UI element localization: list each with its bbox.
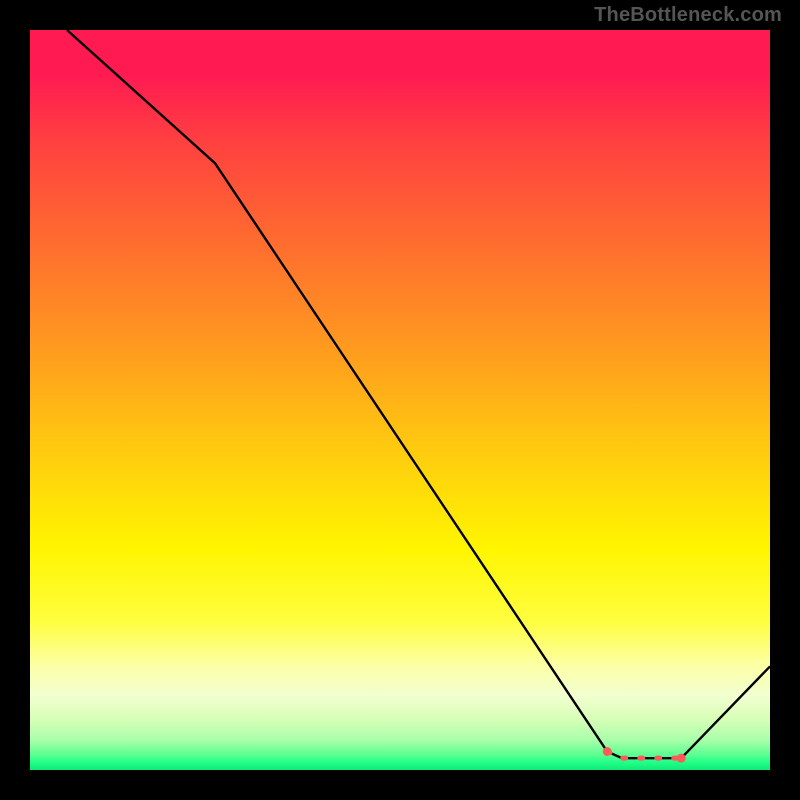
bottleneck-curve — [67, 30, 770, 758]
highlight-endpoint-left-icon — [603, 747, 612, 756]
watermark-text: TheBottleneck.com — [594, 4, 782, 27]
plot-area — [30, 30, 770, 770]
chart-container: TheBottleneck.com — [0, 0, 800, 800]
line-layer — [30, 30, 770, 770]
highlight-endpoint-right-icon — [677, 754, 686, 763]
